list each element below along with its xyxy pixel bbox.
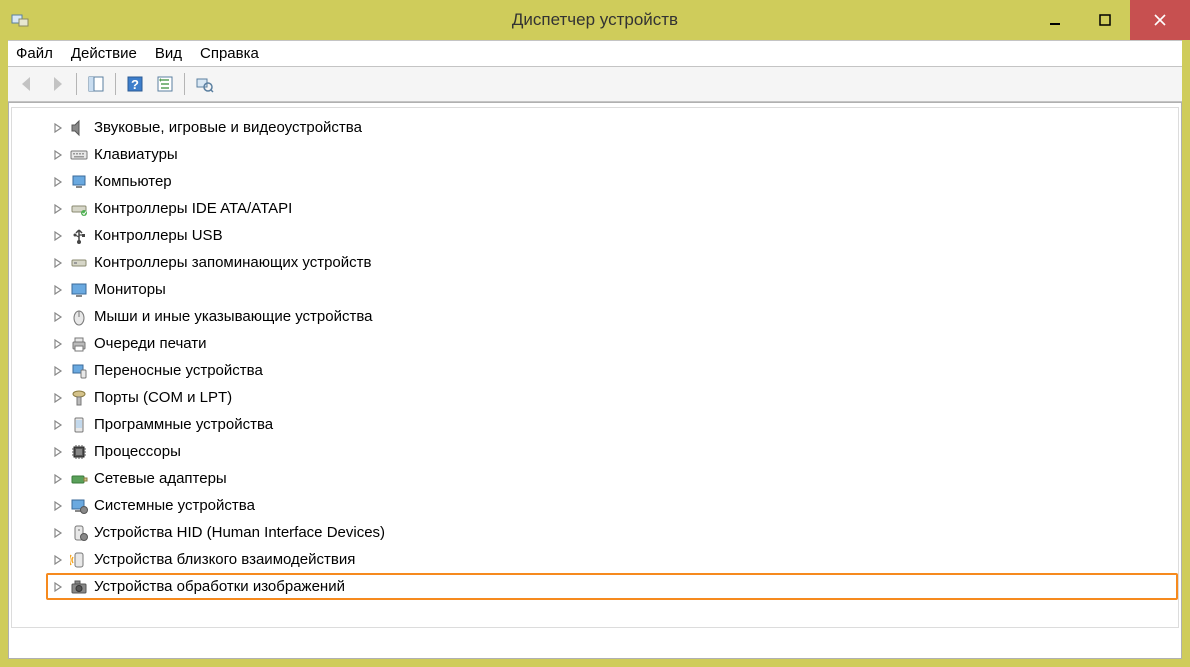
processor-icon [70,443,88,461]
tree-item-label: Мыши и иные указывающие устройства [94,308,372,325]
expand-icon[interactable] [52,365,64,377]
window-controls [1030,0,1190,40]
keyboard-icon [70,146,88,164]
toolbar-help-button[interactable]: ? [122,71,148,97]
expand-icon[interactable] [52,203,64,215]
tree-item[interactable]: Контроллеры запоминающих устройств [52,249,1178,276]
system-device-icon [70,497,88,515]
toolbar-separator [115,73,116,95]
computer-icon [70,173,88,191]
hid-icon [70,524,88,542]
titlebar: Диспетчер устройств [0,0,1190,40]
tree-item-label: Контроллеры USB [94,227,223,244]
tree-item[interactable]: Контроллеры IDE ATA/ATAPI [52,195,1178,222]
tree-item-label: Контроллеры IDE ATA/ATAPI [94,200,292,217]
tree-item-label: Устройства обработки изображений [94,578,345,595]
tree-item-label: Программные устройства [94,416,273,433]
maximize-button[interactable] [1080,0,1130,40]
usb-icon [70,227,88,245]
expand-icon[interactable] [52,473,64,485]
ide-controller-icon [70,200,88,218]
tree-item[interactable]: Мыши и иные указывающие устройства [52,303,1178,330]
nfc-icon [70,551,88,569]
tree-item[interactable]: Очереди печати [52,330,1178,357]
tree-item[interactable]: Устройства HID (Human Interface Devices) [52,519,1178,546]
tree-item-label: Устройства HID (Human Interface Devices) [94,524,385,541]
toolbar-separator [76,73,77,95]
monitor-icon [70,281,88,299]
tree-item-label: Порты (COM и LPT) [94,389,232,406]
close-button[interactable] [1130,0,1190,40]
menu-action[interactable]: Действие [71,45,137,62]
tree-item-label: Устройства близкого взаимодействия [94,551,355,568]
tree-item[interactable]: Компьютер [52,168,1178,195]
expand-icon[interactable] [52,446,64,458]
printer-icon [70,335,88,353]
expand-icon[interactable] [52,527,64,539]
expand-icon[interactable] [52,176,64,188]
tree-item-label: Сетевые адаптеры [94,470,227,487]
toolbar-refresh-button[interactable] [152,71,178,97]
window-title: Диспетчер устройств [0,10,1190,30]
expand-icon[interactable] [52,581,64,593]
tree-item-label: Мониторы [94,281,166,298]
tree-item-label: Системные устройства [94,497,255,514]
tree-item-label: Клавиатуры [94,146,178,163]
tree-item-label: Компьютер [94,173,172,190]
toolbar: ? [8,67,1182,102]
storage-controller-icon [70,254,88,272]
toolbar-back-button[interactable] [14,71,40,97]
mouse-icon [70,308,88,326]
tree-item[interactable]: Сетевые адаптеры [52,465,1178,492]
tree-item-label: Очереди печати [94,335,207,352]
tree-item[interactable]: Звуковые, игровые и видеоустройства [52,114,1178,141]
imaging-device-icon [70,578,88,596]
sound-icon [70,119,88,137]
tree-item[interactable]: Программные устройства [52,411,1178,438]
tree-item[interactable]: Переносные устройства [52,357,1178,384]
menu-view[interactable]: Вид [155,45,182,62]
device-tree: Звуковые, игровые и видеоустройства Клави… [12,108,1178,606]
tree-item[interactable]: Устройства обработки изображений [46,573,1178,600]
tree-item-label: Переносные устройства [94,362,263,379]
expand-icon[interactable] [52,419,64,431]
app-icon [10,10,30,30]
expand-icon[interactable] [52,122,64,134]
tree-item-label: Контроллеры запоминающих устройств [94,254,371,271]
svg-text:?: ? [131,77,139,92]
toolbar-separator [184,73,185,95]
tree-item[interactable]: Контроллеры USB [52,222,1178,249]
tree-item[interactable]: Мониторы [52,276,1178,303]
portable-device-icon [70,362,88,380]
tree-item-label: Процессоры [94,443,181,460]
expand-icon[interactable] [52,392,64,404]
menu-file[interactable]: Файл [16,45,53,62]
port-icon [70,389,88,407]
expand-icon[interactable] [52,338,64,350]
expand-icon[interactable] [52,284,64,296]
menu-help[interactable]: Справка [200,45,259,62]
expand-icon[interactable] [52,554,64,566]
expand-icon[interactable] [52,311,64,323]
expand-icon[interactable] [52,230,64,242]
menubar: Файл Действие Вид Справка [8,40,1182,67]
minimize-button[interactable] [1030,0,1080,40]
tree-item-label: Звуковые, игровые и видеоустройства [94,119,362,136]
toolbar-scan-button[interactable] [191,71,217,97]
tree-item[interactable]: Устройства близкого взаимодействия [52,546,1178,573]
toolbar-show-hide-button[interactable] [83,71,109,97]
toolbar-forward-button[interactable] [44,71,70,97]
expand-icon[interactable] [52,149,64,161]
tree-item[interactable]: Процессоры [52,438,1178,465]
device-tree-scroll[interactable]: Звуковые, игровые и видеоустройства Клави… [11,107,1179,628]
tree-item[interactable]: Клавиатуры [52,141,1178,168]
tree-item[interactable]: Порты (COM и LPT) [52,384,1178,411]
device-manager-window: Диспетчер устройств Файл Действие Вид Сп… [0,0,1190,667]
tree-item[interactable]: Системные устройства [52,492,1178,519]
network-adapter-icon [70,470,88,488]
content-area: Звуковые, игровые и видеоустройства Клави… [8,102,1182,659]
expand-icon[interactable] [52,257,64,269]
software-device-icon [70,416,88,434]
expand-icon[interactable] [52,500,64,512]
